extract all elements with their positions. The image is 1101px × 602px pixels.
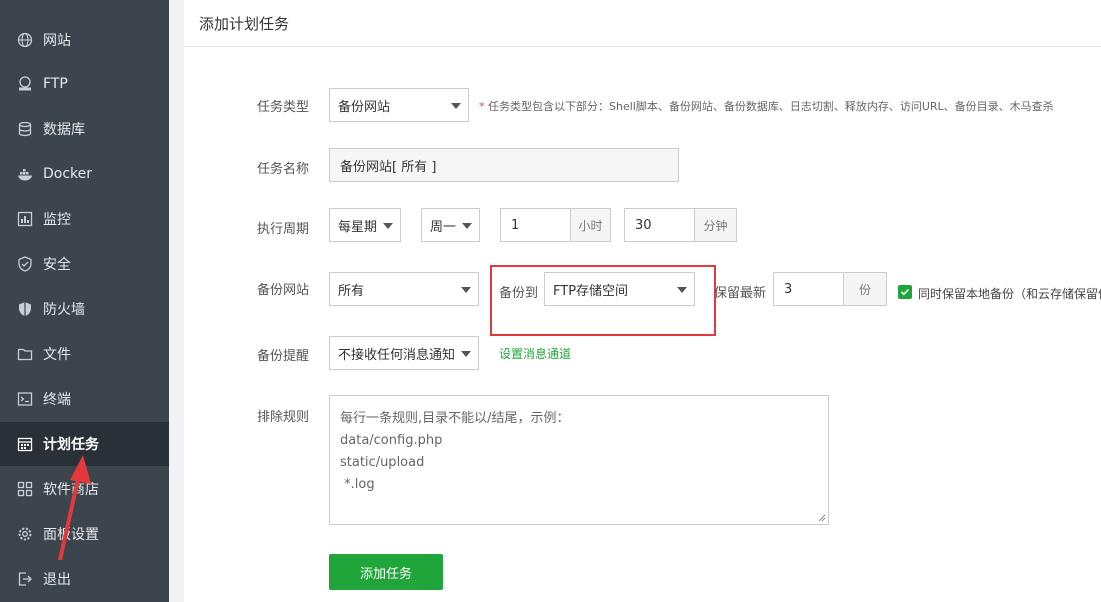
database-icon	[17, 121, 33, 137]
keep-count-value: 3	[784, 281, 793, 297]
check-icon	[900, 288, 910, 296]
chevron-down-icon	[461, 287, 471, 293]
sidebar-item-label: 监控	[43, 212, 71, 228]
sidebar-item-terminal[interactable]: 终端	[0, 377, 169, 421]
sidebar-item-firewall[interactable]: 防火墙	[0, 287, 169, 331]
exclude-placeholder-line: 每行一条规则,目录不能以/结尾，示例：	[340, 411, 570, 426]
terminal-icon	[17, 391, 33, 407]
sidebar-item-security[interactable]: 安全	[0, 242, 169, 286]
sidebar-item-label: 安全	[43, 257, 71, 273]
gear-icon	[17, 526, 33, 542]
sidebar-item-settings[interactable]: 面板设置	[0, 512, 169, 556]
task-name-input[interactable]: 备份网站[ 所有 ]	[329, 148, 679, 182]
sidebar-item-label: 数据库	[43, 122, 85, 138]
chevron-down-icon	[462, 223, 472, 229]
content-gutter	[169, 0, 184, 602]
task-type-hint: * 任务类型包含以下部分：Shell脚本、备份网站、备份数据库、日志切割、释放内…	[479, 98, 1054, 114]
cycle-minute-input[interactable]: 30	[624, 208, 695, 242]
cycle-hour-input[interactable]: 1	[500, 208, 571, 242]
cycle-minute-value: 30	[635, 217, 652, 233]
sidebar-item-label: 终端	[43, 392, 71, 408]
exclude-rules-textarea[interactable]: 每行一条规则,目录不能以/结尾，示例： data/config.php stat…	[329, 395, 829, 525]
shield-icon	[17, 256, 33, 272]
sidebar-item-cron[interactable]: 计划任务	[0, 422, 169, 466]
cycle-weekday-value: 周一	[430, 219, 457, 235]
chevron-down-icon	[461, 351, 471, 357]
sidebar-item-label: Docker	[43, 166, 93, 182]
notify-value: 不接收任何消息通知	[338, 347, 456, 363]
cycle-label: 执行周期	[257, 222, 310, 237]
logout-icon	[17, 571, 33, 587]
keep-count-input[interactable]: 3	[773, 272, 844, 306]
chevron-down-icon	[383, 223, 393, 229]
calendar-icon	[17, 436, 33, 452]
backup-to-select[interactable]: FTP存储空间	[544, 272, 695, 306]
panel-header: 添加计划任务	[184, 0, 1101, 47]
docker-icon	[17, 166, 33, 182]
backup-site-value: 所有	[338, 283, 365, 299]
exclude-placeholder-line: *.log	[340, 477, 375, 492]
backup-to-label: 备份到	[499, 286, 539, 301]
notify-select[interactable]: 不接收任何消息通知	[329, 336, 479, 370]
backup-site-select[interactable]: 所有	[329, 272, 479, 306]
sidebar-item-logout[interactable]: 退出	[0, 557, 169, 601]
cycle-period-select[interactable]: 每星期	[329, 208, 401, 242]
sidebar-item-ftp[interactable]: FTP	[0, 62, 169, 106]
keep-local-checkbox[interactable]	[898, 285, 912, 299]
sidebar-item-label: FTP	[43, 76, 68, 92]
globe-icon	[17, 32, 33, 48]
sidebar-item-label: 网站	[43, 33, 71, 49]
sidebar-item-label: 文件	[43, 347, 71, 363]
keep-local-label: 同时保留本地备份（和云存储保留份	[918, 287, 1101, 301]
set-notify-channel-link[interactable]: 设置消息通道	[499, 345, 571, 362]
cycle-weekday-select[interactable]: 周一	[421, 208, 480, 242]
backup-to-value: FTP存储空间	[553, 283, 629, 299]
firewall-icon	[17, 301, 33, 317]
backup-site-label: 备份网站	[257, 283, 310, 298]
task-name-value: 备份网站[ 所有 ]	[340, 159, 437, 175]
sidebar-item-label: 退出	[43, 572, 71, 588]
ftp-icon	[17, 76, 33, 92]
keep-latest-label: 保留最新	[714, 286, 767, 301]
sidebar: 网站 FTP 数据库 Docker 监控 安全 防火墙 文件 终端 计划任务 软…	[0, 0, 169, 602]
sidebar-item-docker[interactable]: Docker	[0, 152, 169, 196]
minute-unit: 分钟	[694, 208, 737, 242]
page-title: 添加计划任务	[199, 15, 290, 33]
exclude-placeholder-line: data/config.php	[340, 433, 443, 448]
hour-unit: 小时	[570, 208, 611, 242]
sidebar-item-label: 防火墙	[43, 302, 85, 318]
task-type-label: 任务类型	[257, 100, 310, 115]
exclude-label: 排除规则	[257, 410, 310, 425]
sidebar-item-website[interactable]: 网站	[0, 18, 169, 62]
cycle-period-value: 每星期	[338, 219, 378, 235]
sidebar-item-label: 面板设置	[43, 527, 99, 543]
chevron-down-icon	[451, 103, 461, 109]
sidebar-item-label: 软件商店	[43, 482, 99, 498]
task-type-hint-text: 任务类型包含以下部分：Shell脚本、备份网站、备份数据库、日志切割、释放内存、…	[488, 100, 1054, 113]
sidebar-item-files[interactable]: 文件	[0, 332, 169, 376]
sidebar-item-partial[interactable]	[0, 0, 169, 16]
cycle-hour-value: 1	[511, 217, 520, 233]
resize-handle-icon[interactable]	[818, 514, 826, 522]
sidebar-item-database[interactable]: 数据库	[0, 107, 169, 151]
keep-unit: 份	[843, 272, 887, 306]
required-star: *	[479, 100, 485, 113]
exclude-placeholder-line: static/upload	[340, 455, 425, 470]
task-type-select[interactable]: 备份网站	[329, 88, 469, 122]
monitor-icon	[17, 211, 33, 227]
apps-icon	[17, 481, 33, 497]
add-cron-panel: 添加计划任务 任务类型 备份网站 * 任务类型包含以下部分：Shell脚本、备份…	[184, 0, 1101, 602]
add-task-button[interactable]: 添加任务	[329, 554, 443, 590]
notify-label: 备份提醒	[257, 349, 310, 364]
task-type-value: 备份网站	[338, 99, 391, 115]
sidebar-item-label: 计划任务	[43, 437, 99, 453]
sidebar-item-monitor[interactable]: 监控	[0, 197, 169, 241]
task-name-label: 任务名称	[257, 162, 310, 177]
folder-icon	[17, 346, 33, 362]
sidebar-item-store[interactable]: 软件商店	[0, 467, 169, 511]
chevron-down-icon	[677, 287, 687, 293]
